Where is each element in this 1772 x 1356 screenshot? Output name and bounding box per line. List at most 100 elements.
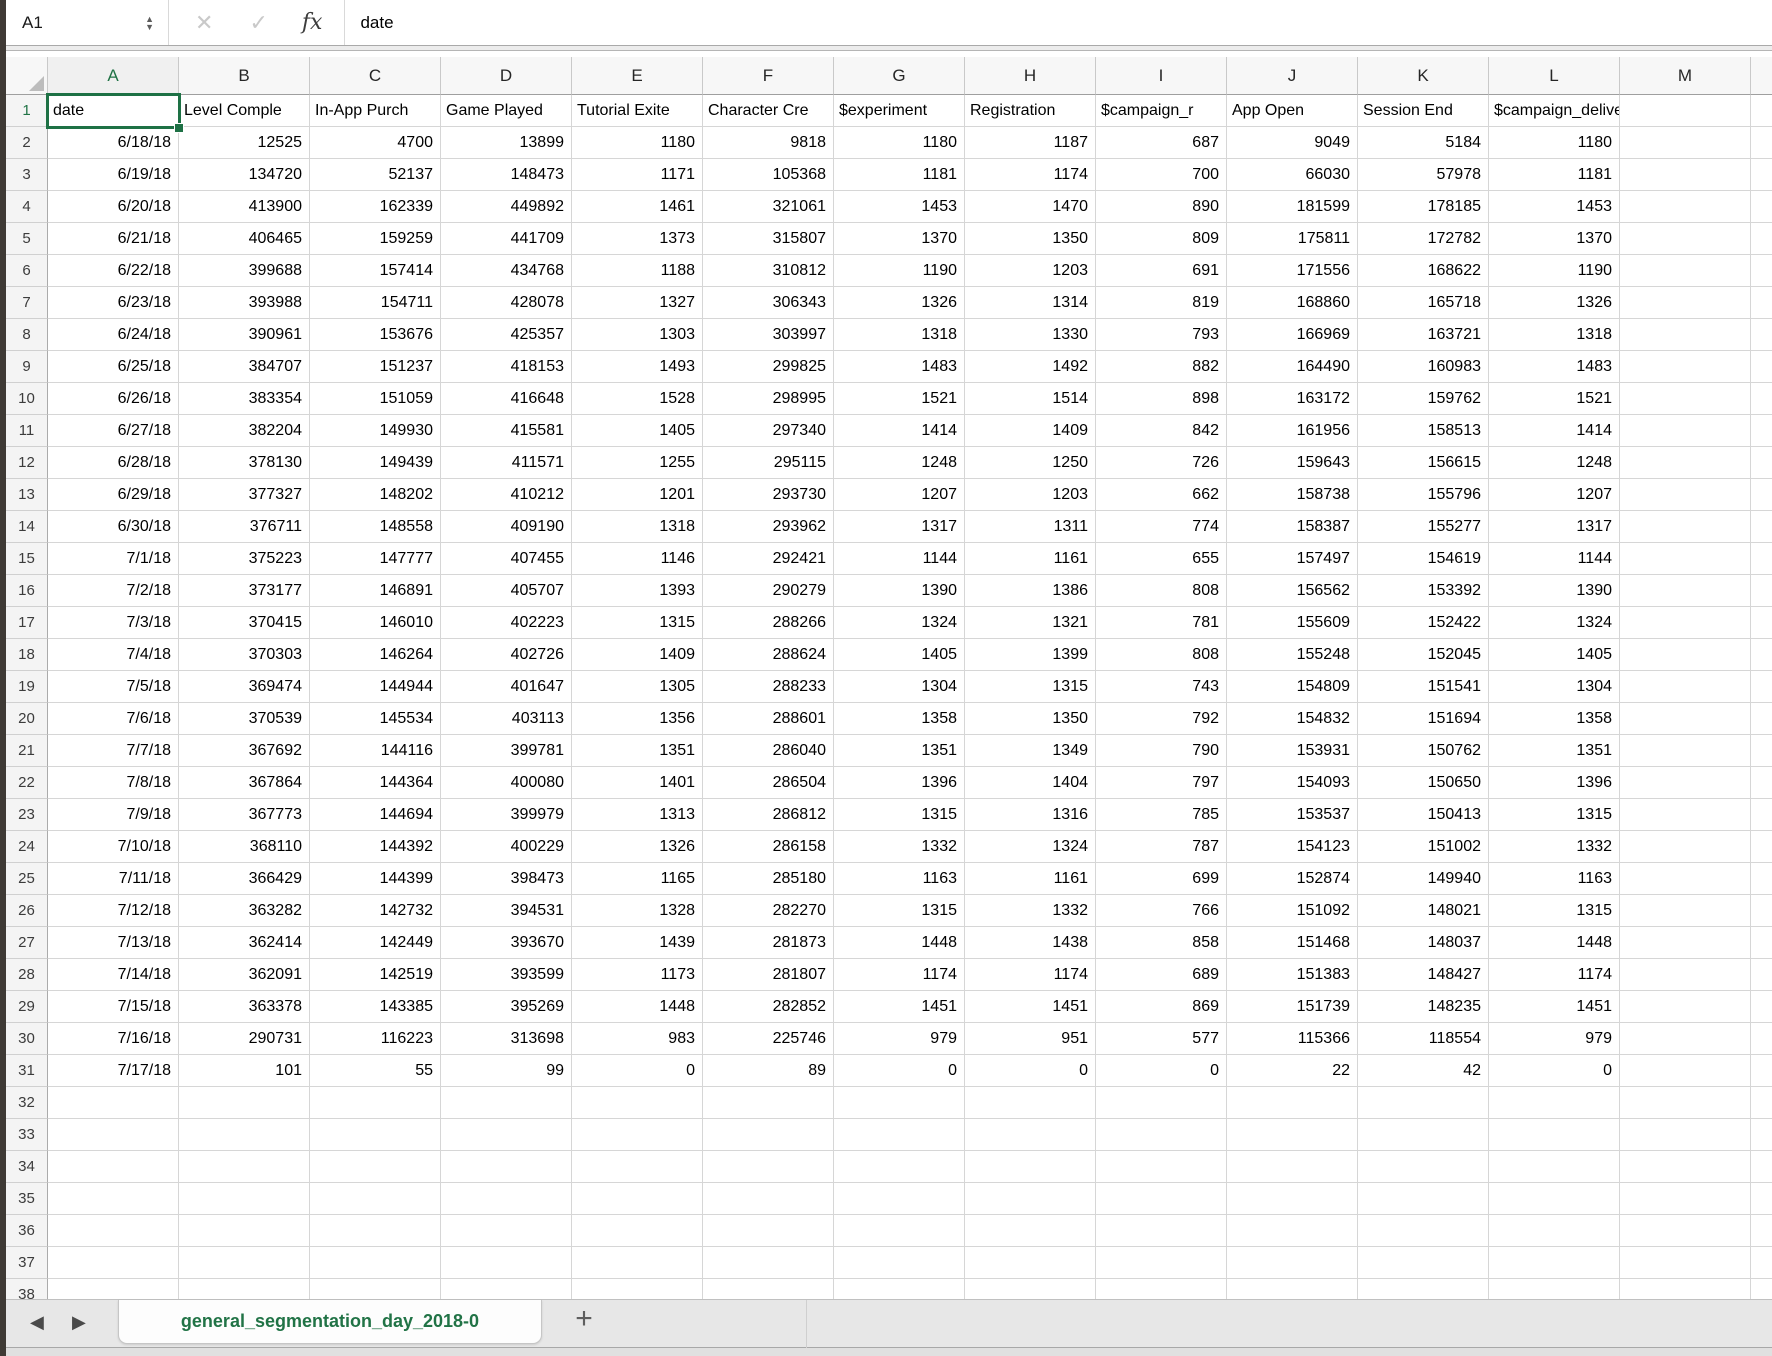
- cell-K27[interactable]: 148037: [1358, 927, 1489, 959]
- cell-F24[interactable]: 286158: [703, 831, 834, 863]
- cell-A20[interactable]: 7/6/18: [48, 703, 179, 735]
- cell-C6[interactable]: 157414: [310, 255, 441, 287]
- cell-L22[interactable]: 1396: [1489, 767, 1620, 799]
- row-header-23[interactable]: 23: [6, 799, 48, 831]
- cell-F28[interactable]: 281807: [703, 959, 834, 991]
- cell-F18[interactable]: 288624: [703, 639, 834, 671]
- cell-partial-13[interactable]: [1751, 479, 1772, 511]
- cell-A19[interactable]: 7/5/18: [48, 671, 179, 703]
- cell-J20[interactable]: 154832: [1227, 703, 1358, 735]
- cell-C11[interactable]: 149930: [310, 415, 441, 447]
- cell-B8[interactable]: 390961: [179, 319, 310, 351]
- cell-I20[interactable]: 792: [1096, 703, 1227, 735]
- cell-E25[interactable]: 1165: [572, 863, 703, 895]
- cell-partial-31[interactable]: [1751, 1055, 1772, 1087]
- cell-partial-4[interactable]: [1751, 191, 1772, 223]
- cell-H27[interactable]: 1438: [965, 927, 1096, 959]
- cell-M31[interactable]: [1620, 1055, 1751, 1087]
- cell-M6[interactable]: [1620, 255, 1751, 287]
- cell-G28[interactable]: 1174: [834, 959, 965, 991]
- cell-E32[interactable]: [572, 1087, 703, 1119]
- column-header-partial[interactable]: [1751, 57, 1772, 95]
- cell-K18[interactable]: 152045: [1358, 639, 1489, 671]
- cell-B13[interactable]: 377327: [179, 479, 310, 511]
- row-header-30[interactable]: 30: [6, 1023, 48, 1055]
- cell-E17[interactable]: 1315: [572, 607, 703, 639]
- cell-I11[interactable]: 842: [1096, 415, 1227, 447]
- cell-B3[interactable]: 134720: [179, 159, 310, 191]
- cell-F10[interactable]: 298995: [703, 383, 834, 415]
- cell-L18[interactable]: 1405: [1489, 639, 1620, 671]
- cell-H3[interactable]: 1174: [965, 159, 1096, 191]
- cell-A5[interactable]: 6/21/18: [48, 223, 179, 255]
- cell-D31[interactable]: 99: [441, 1055, 572, 1087]
- row-header-32[interactable]: 32: [6, 1087, 48, 1119]
- cell-K13[interactable]: 155796: [1358, 479, 1489, 511]
- cell-G23[interactable]: 1315: [834, 799, 965, 831]
- cell-E6[interactable]: 1188: [572, 255, 703, 287]
- cell-K36[interactable]: [1358, 1215, 1489, 1247]
- cell-partial-22[interactable]: [1751, 767, 1772, 799]
- cell-J21[interactable]: 153931: [1227, 735, 1358, 767]
- cell-M11[interactable]: [1620, 415, 1751, 447]
- cell-D15[interactable]: 407455: [441, 543, 572, 575]
- cell-E37[interactable]: [572, 1247, 703, 1279]
- cell-partial-2[interactable]: [1751, 127, 1772, 159]
- cell-E12[interactable]: 1255: [572, 447, 703, 479]
- cell-D34[interactable]: [441, 1151, 572, 1183]
- cell-G8[interactable]: 1318: [834, 319, 965, 351]
- cell-partial-16[interactable]: [1751, 575, 1772, 607]
- cell-B27[interactable]: 362414: [179, 927, 310, 959]
- cell-F22[interactable]: 286504: [703, 767, 834, 799]
- cell-B11[interactable]: 382204: [179, 415, 310, 447]
- cell-I13[interactable]: 662: [1096, 479, 1227, 511]
- cell-E26[interactable]: 1328: [572, 895, 703, 927]
- cell-C30[interactable]: 116223: [310, 1023, 441, 1055]
- cell-D30[interactable]: 313698: [441, 1023, 572, 1055]
- cell-H30[interactable]: 951: [965, 1023, 1096, 1055]
- cell-A37[interactable]: [48, 1247, 179, 1279]
- cell-M4[interactable]: [1620, 191, 1751, 223]
- cell-J13[interactable]: 158738: [1227, 479, 1358, 511]
- row-header-4[interactable]: 4: [6, 191, 48, 223]
- cell-L7[interactable]: 1326: [1489, 287, 1620, 319]
- cell-H15[interactable]: 1161: [965, 543, 1096, 575]
- cell-F3[interactable]: 105368: [703, 159, 834, 191]
- cell-F9[interactable]: 299825: [703, 351, 834, 383]
- cell-J8[interactable]: 166969: [1227, 319, 1358, 351]
- cell-C16[interactable]: 146891: [310, 575, 441, 607]
- cell-K12[interactable]: 156615: [1358, 447, 1489, 479]
- cell-K9[interactable]: 160983: [1358, 351, 1489, 383]
- cell-I21[interactable]: 790: [1096, 735, 1227, 767]
- cell-L13[interactable]: 1207: [1489, 479, 1620, 511]
- cell-H26[interactable]: 1332: [965, 895, 1096, 927]
- column-header-K[interactable]: K: [1358, 57, 1489, 95]
- cell-D25[interactable]: 398473: [441, 863, 572, 895]
- cell-M17[interactable]: [1620, 607, 1751, 639]
- cell-G27[interactable]: 1448: [834, 927, 965, 959]
- cell-H35[interactable]: [965, 1183, 1096, 1215]
- cell-F33[interactable]: [703, 1119, 834, 1151]
- cell-H4[interactable]: 1470: [965, 191, 1096, 223]
- cell-D7[interactable]: 428078: [441, 287, 572, 319]
- row-header-12[interactable]: 12: [6, 447, 48, 479]
- cell-A8[interactable]: 6/24/18: [48, 319, 179, 351]
- cell-H37[interactable]: [965, 1247, 1096, 1279]
- cell-partial-34[interactable]: [1751, 1151, 1772, 1183]
- cell-H11[interactable]: 1409: [965, 415, 1096, 447]
- fill-handle[interactable]: [174, 123, 184, 133]
- cell-G33[interactable]: [834, 1119, 965, 1151]
- cell-J5[interactable]: 175811: [1227, 223, 1358, 255]
- cell-M21[interactable]: [1620, 735, 1751, 767]
- cell-A9[interactable]: 6/25/18: [48, 351, 179, 383]
- cell-J37[interactable]: [1227, 1247, 1358, 1279]
- cell-H7[interactable]: 1314: [965, 287, 1096, 319]
- cell-B15[interactable]: 375223: [179, 543, 310, 575]
- prev-sheet-icon[interactable]: ◀: [30, 1312, 44, 1333]
- row-header-17[interactable]: 17: [6, 607, 48, 639]
- cell-L9[interactable]: 1483: [1489, 351, 1620, 383]
- row-header-34[interactable]: 34: [6, 1151, 48, 1183]
- cell-I37[interactable]: [1096, 1247, 1227, 1279]
- cell-L6[interactable]: 1190: [1489, 255, 1620, 287]
- cell-K20[interactable]: 151694: [1358, 703, 1489, 735]
